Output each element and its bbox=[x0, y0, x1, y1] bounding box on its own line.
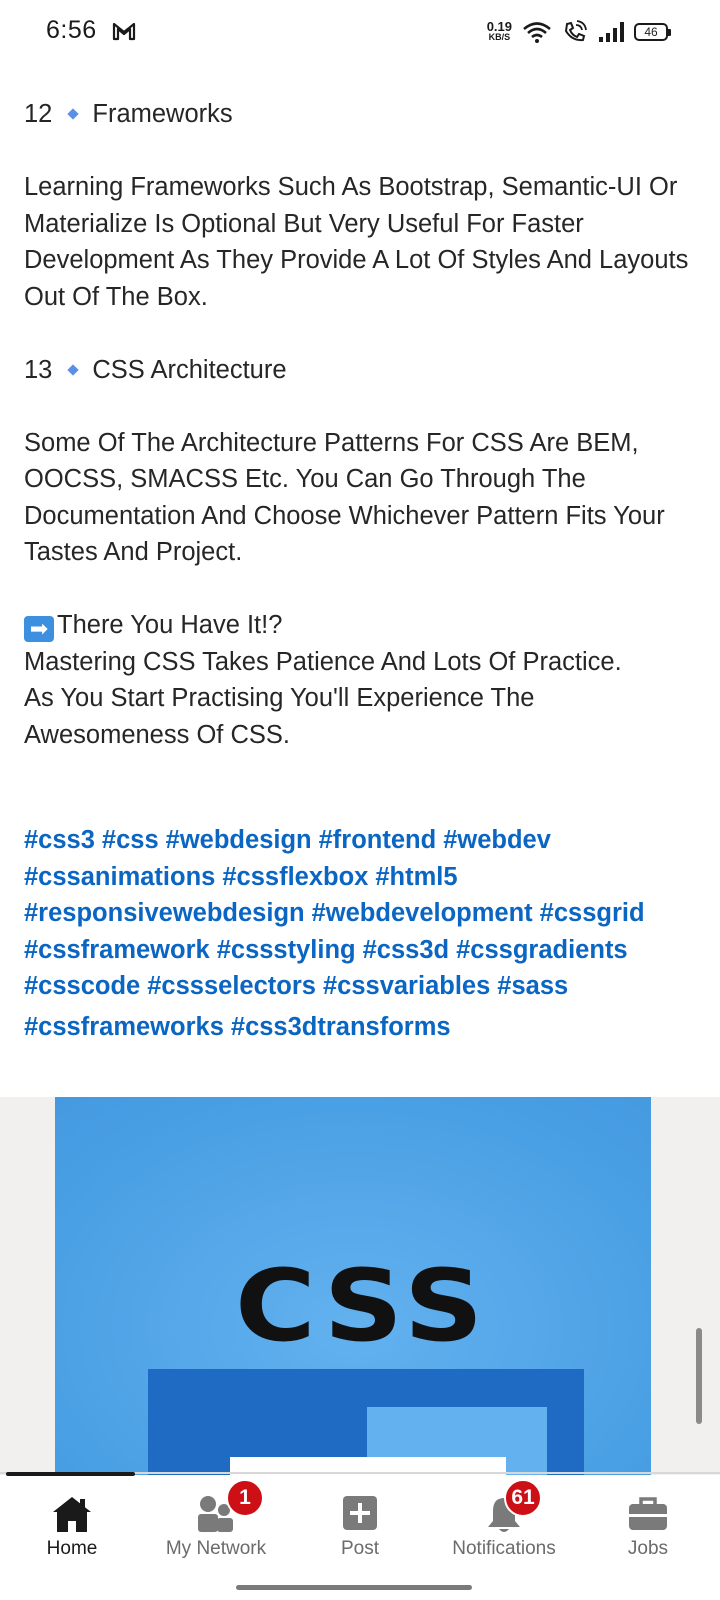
hashtag-link[interactable]: #cssvariables bbox=[323, 972, 490, 1000]
scrollbar-thumb[interactable] bbox=[696, 1328, 702, 1424]
home-icon bbox=[53, 1497, 91, 1532]
css-logo-text: CSS bbox=[235, 1248, 490, 1364]
nav-label: Notifications bbox=[452, 1538, 556, 1559]
add-post-icon bbox=[343, 1496, 377, 1530]
diamond-icon bbox=[67, 108, 80, 120]
hashtag-link[interactable]: #cssframework bbox=[24, 936, 210, 964]
hashtag-link[interactable]: #css3 bbox=[24, 826, 95, 854]
wifi-calling-icon bbox=[564, 20, 587, 42]
hashtag-link[interactable]: #cssstyling bbox=[217, 936, 356, 964]
hashtag-link[interactable]: #cssanimations bbox=[24, 863, 215, 891]
closing-line: Mastering CSS Takes Patience And Lots Of… bbox=[24, 647, 622, 676]
hashtag-link[interactable]: #webdevelopment bbox=[312, 899, 533, 927]
network-speed-unit: KB/S bbox=[488, 32, 511, 42]
hashtag-link[interactable]: #frontend bbox=[319, 826, 437, 854]
nav-post[interactable]: Post bbox=[288, 1476, 432, 1600]
status-time: 6:56 bbox=[46, 16, 97, 44]
nav-label: Jobs bbox=[627, 1538, 669, 1559]
briefcase-icon bbox=[629, 1497, 667, 1530]
diamond-icon bbox=[67, 364, 80, 376]
notification-badge: 61 bbox=[504, 1479, 542, 1517]
hashtag-link[interactable]: #cssgrid bbox=[540, 899, 645, 927]
section-title: CSS Architecture bbox=[92, 355, 287, 384]
post-image-container: CSS bbox=[0, 1097, 720, 1475]
section-heading-13: 13 CSS Architecture bbox=[24, 352, 696, 389]
nav-my-network[interactable]: 1 My Network bbox=[144, 1476, 288, 1600]
hashtag-row: #css3 #css #webdesign #frontend #webdev bbox=[24, 822, 696, 859]
hashtag-link[interactable]: #cssselectors bbox=[147, 972, 316, 1000]
hashtag-row: #responsivewebdesign #webdevelopment #cssg… bbox=[24, 895, 696, 932]
hashtag-list: #css3 #css #webdesign #frontend #webdev #css… bbox=[24, 822, 696, 1045]
hashtag-link[interactable]: #html5 bbox=[375, 863, 457, 891]
section-body-12: Learning Frameworks Such As Bootstrap, S… bbox=[24, 173, 689, 311]
section-heading-12: 12 Frameworks bbox=[24, 96, 696, 133]
hashtag-link[interactable]: #cssgradients bbox=[456, 936, 628, 964]
status-bar: 6:56 0.19 KB/S 46 bbox=[0, 0, 720, 64]
hashtag-link[interactable]: #cssframeworks bbox=[24, 1013, 224, 1041]
wifi-icon bbox=[523, 22, 551, 43]
section-body-13: Some Of The Architecture Patterns For CS… bbox=[24, 428, 665, 567]
nav-label: Home bbox=[46, 1538, 98, 1559]
bottom-navigation: Home 1 My Network Post 61 Notifications bbox=[0, 1476, 720, 1600]
battery-icon: 46 bbox=[634, 23, 671, 41]
hashtag-row: #cssframeworks #css3dtransforms bbox=[24, 1009, 696, 1046]
hashtag-link[interactable]: #cssflexbox bbox=[222, 863, 368, 891]
section-number: 12 bbox=[24, 100, 53, 128]
home-indicator[interactable] bbox=[236, 1585, 472, 1590]
post-body: 12 Frameworks Learning Frameworks Such A… bbox=[24, 96, 696, 753]
closing-heading: ➡ There You Have It!? bbox=[24, 607, 696, 644]
section-number: 13 bbox=[24, 355, 53, 384]
right-arrow-icon: ➡ bbox=[24, 616, 54, 642]
nav-label: My Network bbox=[165, 1538, 267, 1559]
nav-notifications[interactable]: 61 Notifications bbox=[432, 1476, 576, 1600]
hashtag-link[interactable]: #sass bbox=[497, 972, 568, 1000]
nav-jobs[interactable]: Jobs bbox=[576, 1476, 720, 1600]
closing-line: Awesomeness Of CSS. bbox=[24, 720, 290, 749]
closing-line: As You Start Practising You'll Experienc… bbox=[24, 684, 535, 712]
hashtag-link[interactable]: #css bbox=[102, 826, 159, 854]
hashtag-link[interactable]: #responsivewebdesign bbox=[24, 899, 305, 927]
network-speed: 0.19 KB/S bbox=[486, 19, 512, 43]
hashtag-row: #cssframework #cssstyling #css3d #cssgradie… bbox=[24, 932, 696, 969]
hashtag-row: #cssanimations #cssflexbox #html5 bbox=[24, 859, 696, 896]
status-indicators: 0.19 KB/S 46 bbox=[486, 16, 671, 48]
hashtag-link[interactable]: #webdesign bbox=[166, 826, 312, 854]
gmail-icon bbox=[112, 22, 136, 41]
nav-home[interactable]: Home bbox=[0, 1476, 144, 1600]
post-image[interactable]: CSS bbox=[55, 1097, 651, 1475]
network-speed-value: 0.19 bbox=[486, 19, 512, 34]
hashtag-row: #csscode #cssselectors #cssvariables #sass bbox=[24, 968, 696, 1005]
hashtag-link[interactable]: #css3dtransforms bbox=[231, 1013, 451, 1041]
hashtag-link[interactable]: #csscode bbox=[24, 972, 140, 1000]
hashtag-link[interactable]: #css3d bbox=[363, 936, 450, 964]
section-title: Frameworks bbox=[92, 100, 233, 128]
closing-heading-text: There You Have It!? bbox=[57, 611, 283, 639]
signal-icon bbox=[599, 22, 624, 42]
nav-label: Post bbox=[340, 1538, 380, 1559]
notification-badge: 1 bbox=[226, 1479, 264, 1517]
hashtag-link[interactable]: #webdev bbox=[443, 826, 551, 854]
